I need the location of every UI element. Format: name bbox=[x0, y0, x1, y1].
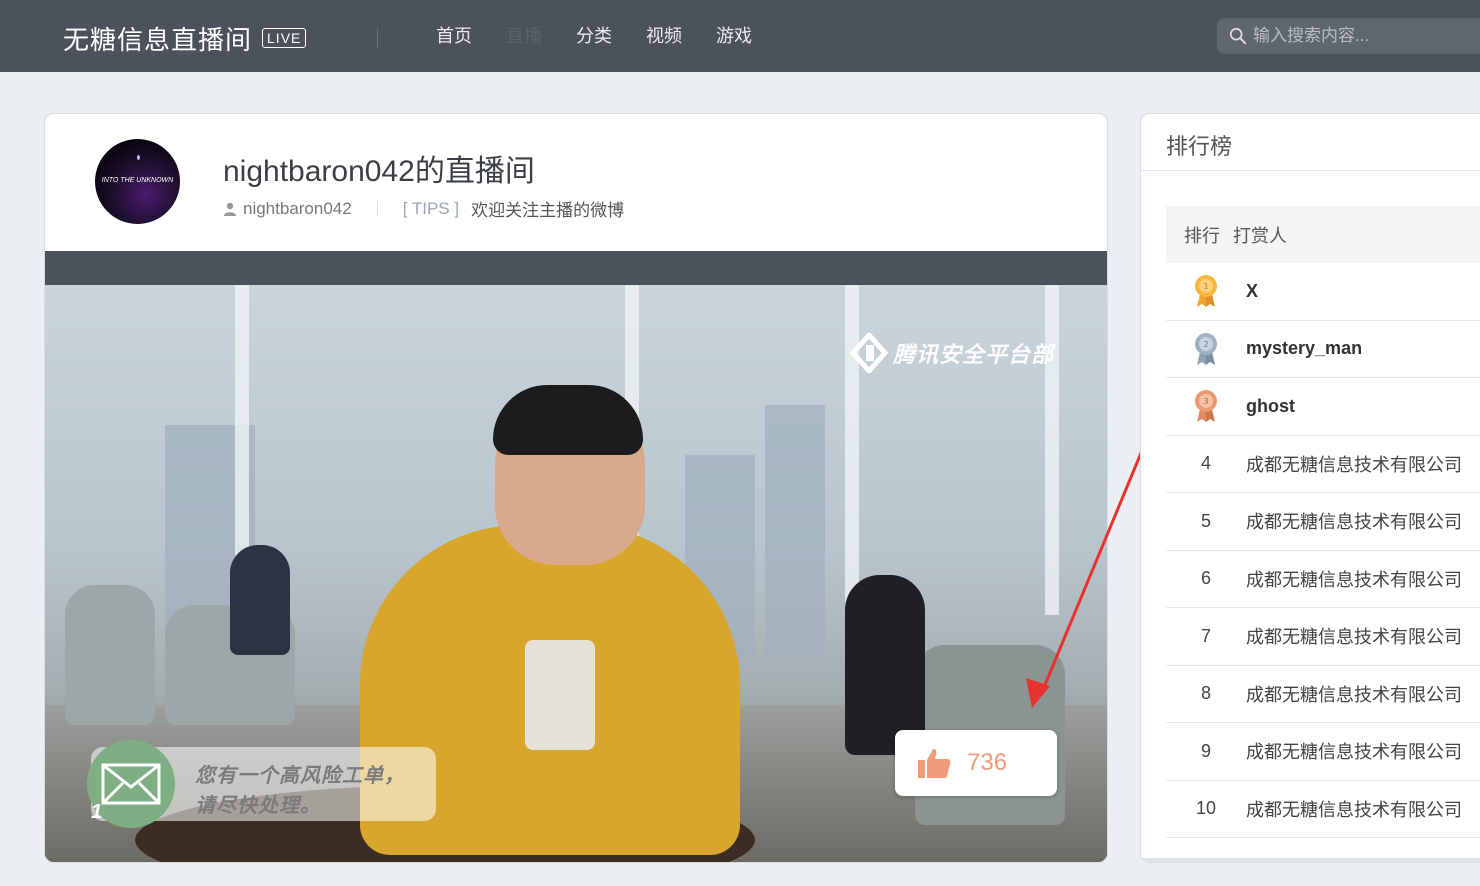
rank-row[interactable]: 4 成都无糖信息技术有限公司 bbox=[1166, 436, 1480, 493]
tips-tag: [ TIPS ] bbox=[402, 198, 460, 218]
rank-name: 成都无糖信息技术有限公司 bbox=[1246, 512, 1462, 533]
streamer-hair bbox=[493, 385, 643, 455]
rank-row[interactable]: 6 成都无糖信息技术有限公司 bbox=[1166, 551, 1480, 608]
noodle-cup bbox=[525, 640, 595, 750]
avatar-star-icon bbox=[137, 155, 140, 160]
rank-number: 9 bbox=[1200, 740, 1211, 761]
meta-divider bbox=[376, 201, 378, 216]
rank-table-header: 排行 打赏人 bbox=[1166, 206, 1480, 263]
player-top-bar bbox=[45, 251, 1107, 285]
rank-row[interactable]: 5 成都无糖信息技术有限公司 bbox=[1166, 493, 1480, 551]
rank-row[interactable]: 9 成都无糖信息技术有限公司 bbox=[1166, 723, 1480, 781]
svg-text:2: 2 bbox=[1203, 340, 1208, 349]
rank-name: 成都无糖信息技术有限公司 bbox=[1246, 799, 1462, 820]
rank-row[interactable]: 10 成都无糖信息技术有限公司 bbox=[1166, 781, 1480, 838]
svg-text:3: 3 bbox=[1203, 397, 1208, 406]
like-button[interactable]: 736 bbox=[895, 730, 1057, 796]
background-building bbox=[765, 405, 825, 655]
rank-number: 4 bbox=[1200, 453, 1211, 474]
rank-table: 排行 打赏人 1 X 2 mystery_man 3 ghost 4 成都无糖信… bbox=[1166, 206, 1480, 838]
main-nav: 首页 直播 分类 视频 游戏 bbox=[436, 24, 786, 48]
rank-title: 排行榜 bbox=[1166, 134, 1233, 159]
tips-text: 欢迎关注主播的微博 bbox=[471, 201, 625, 220]
col-rank-header: 排行 bbox=[1184, 225, 1220, 246]
search-icon[interactable] bbox=[1229, 27, 1247, 45]
nav-item-game[interactable]: 游戏 bbox=[716, 24, 752, 48]
rank-cell-medal: 2 bbox=[1166, 332, 1246, 366]
rank-row[interactable]: 8 成都无糖信息技术有限公司 bbox=[1166, 666, 1480, 723]
brand-title: 无糖信息直播间 bbox=[63, 24, 253, 55]
chair bbox=[65, 585, 155, 725]
room-title: nightbaron042的直播间 bbox=[223, 155, 535, 188]
background-person bbox=[845, 575, 925, 755]
header-divider bbox=[377, 28, 378, 48]
user-icon bbox=[224, 202, 236, 216]
nav-item-video[interactable]: 视频 bbox=[646, 24, 682, 48]
rank-row[interactable]: 7 成都无糖信息技术有限公司 bbox=[1166, 608, 1480, 666]
rank-number: 7 bbox=[1200, 625, 1211, 646]
avatar-text: INTO THE UNKNOWN bbox=[101, 177, 174, 184]
streamer-avatar[interactable]: INTO THE UNKNOWN bbox=[95, 139, 180, 224]
rank-row[interactable]: 3 ghost bbox=[1166, 378, 1480, 436]
rank-title-divider bbox=[1141, 170, 1480, 171]
nav-item-live[interactable]: 直播 bbox=[506, 24, 542, 48]
like-count: 736 bbox=[967, 749, 1008, 776]
rank-name: 成都无糖信息技术有限公司 bbox=[1246, 742, 1462, 763]
rank-name: 成都无糖信息技术有限公司 bbox=[1246, 684, 1462, 705]
rank-name: mystery_man bbox=[1246, 338, 1363, 359]
streamer-name[interactable]: nightbaron042 bbox=[243, 199, 352, 219]
thumbs-up-icon bbox=[918, 749, 951, 778]
live-room-card: INTO THE UNKNOWN nightbaron042的直播间 night… bbox=[44, 113, 1108, 863]
rank-cell-medal: 1 bbox=[1166, 274, 1246, 308]
rank-name: X bbox=[1246, 280, 1259, 301]
video-watermark: 腾讯安全平台部 bbox=[849, 333, 1054, 373]
mail-icon bbox=[101, 763, 161, 805]
search-input[interactable] bbox=[1253, 26, 1473, 46]
notice-count: 1 bbox=[91, 801, 103, 823]
live-badge: LIVE bbox=[262, 28, 307, 48]
rank-panel-bottom bbox=[1141, 858, 1480, 862]
rank-row[interactable]: 1 X bbox=[1166, 263, 1480, 321]
rank-name: 成都无糖信息技术有限公司 bbox=[1246, 627, 1462, 648]
rank-cell-medal: 3 bbox=[1166, 389, 1246, 423]
rank-name: 成都无糖信息技术有限公司 bbox=[1246, 454, 1462, 475]
rank-row[interactable]: 2 mystery_man bbox=[1166, 321, 1480, 378]
notice-text-line1: 您有一个高风险工单， bbox=[195, 765, 405, 787]
rank-number: 8 bbox=[1200, 683, 1211, 704]
rank-number: 10 bbox=[1195, 798, 1217, 819]
svg-text:1: 1 bbox=[1203, 282, 1208, 291]
watermark-text: 腾讯安全平台部 bbox=[893, 342, 1055, 367]
silver-medal-icon: 2 bbox=[1195, 332, 1217, 365]
bronze-medal-icon: 3 bbox=[1195, 390, 1217, 423]
live-video-player[interactable]: 腾讯安全平台部 1 您有一个高风险工单， 请尽快处理。 736 bbox=[45, 285, 1107, 862]
col-user-header: 打赏人 bbox=[1233, 225, 1287, 246]
top-header: 无糖信息直播间 LIVE 首页 直播 分类 视频 游戏 bbox=[0, 0, 1480, 72]
nav-item-category[interactable]: 分类 bbox=[576, 24, 612, 48]
gold-medal-icon: 1 bbox=[1195, 275, 1217, 308]
background-person bbox=[230, 545, 290, 655]
rank-number: 6 bbox=[1200, 568, 1211, 589]
tencent-logo-icon bbox=[849, 333, 889, 373]
brand[interactable]: 无糖信息直播间 LIVE bbox=[63, 22, 307, 55]
rank-number: 5 bbox=[1200, 510, 1211, 531]
rank-name: 成都无糖信息技术有限公司 bbox=[1246, 569, 1462, 590]
nav-item-home[interactable]: 首页 bbox=[436, 24, 472, 48]
search-box bbox=[1217, 18, 1480, 54]
rank-name: ghost bbox=[1246, 395, 1295, 416]
rank-panel: 排行榜 排行 打赏人 1 X 2 mystery_man 3 ghost 4 成… bbox=[1140, 113, 1480, 863]
notice-text-line2: 请尽快处理。 bbox=[195, 795, 321, 817]
room-meta: nightbaron042 [ TIPS ] 欢迎关注主播的微博 bbox=[223, 196, 624, 221]
